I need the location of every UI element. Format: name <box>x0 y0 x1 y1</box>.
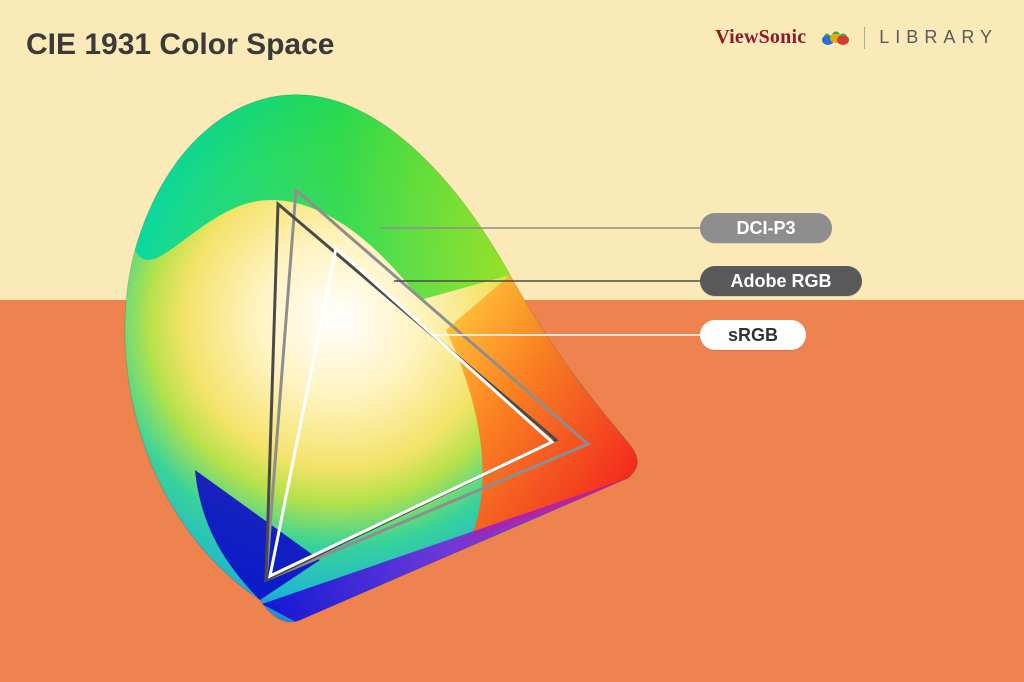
cie-chromaticity-diagram <box>0 0 1024 682</box>
label-dcip3: DCI-P3 <box>700 213 832 243</box>
label-srgb: sRGB <box>700 320 806 350</box>
cie-horseshoe-fill <box>80 70 680 650</box>
label-adobe-rgb: Adobe RGB <box>700 266 862 296</box>
diagram-stage: CIE 1931 Color Space ViewSonic LIBRARY <box>0 0 1024 682</box>
